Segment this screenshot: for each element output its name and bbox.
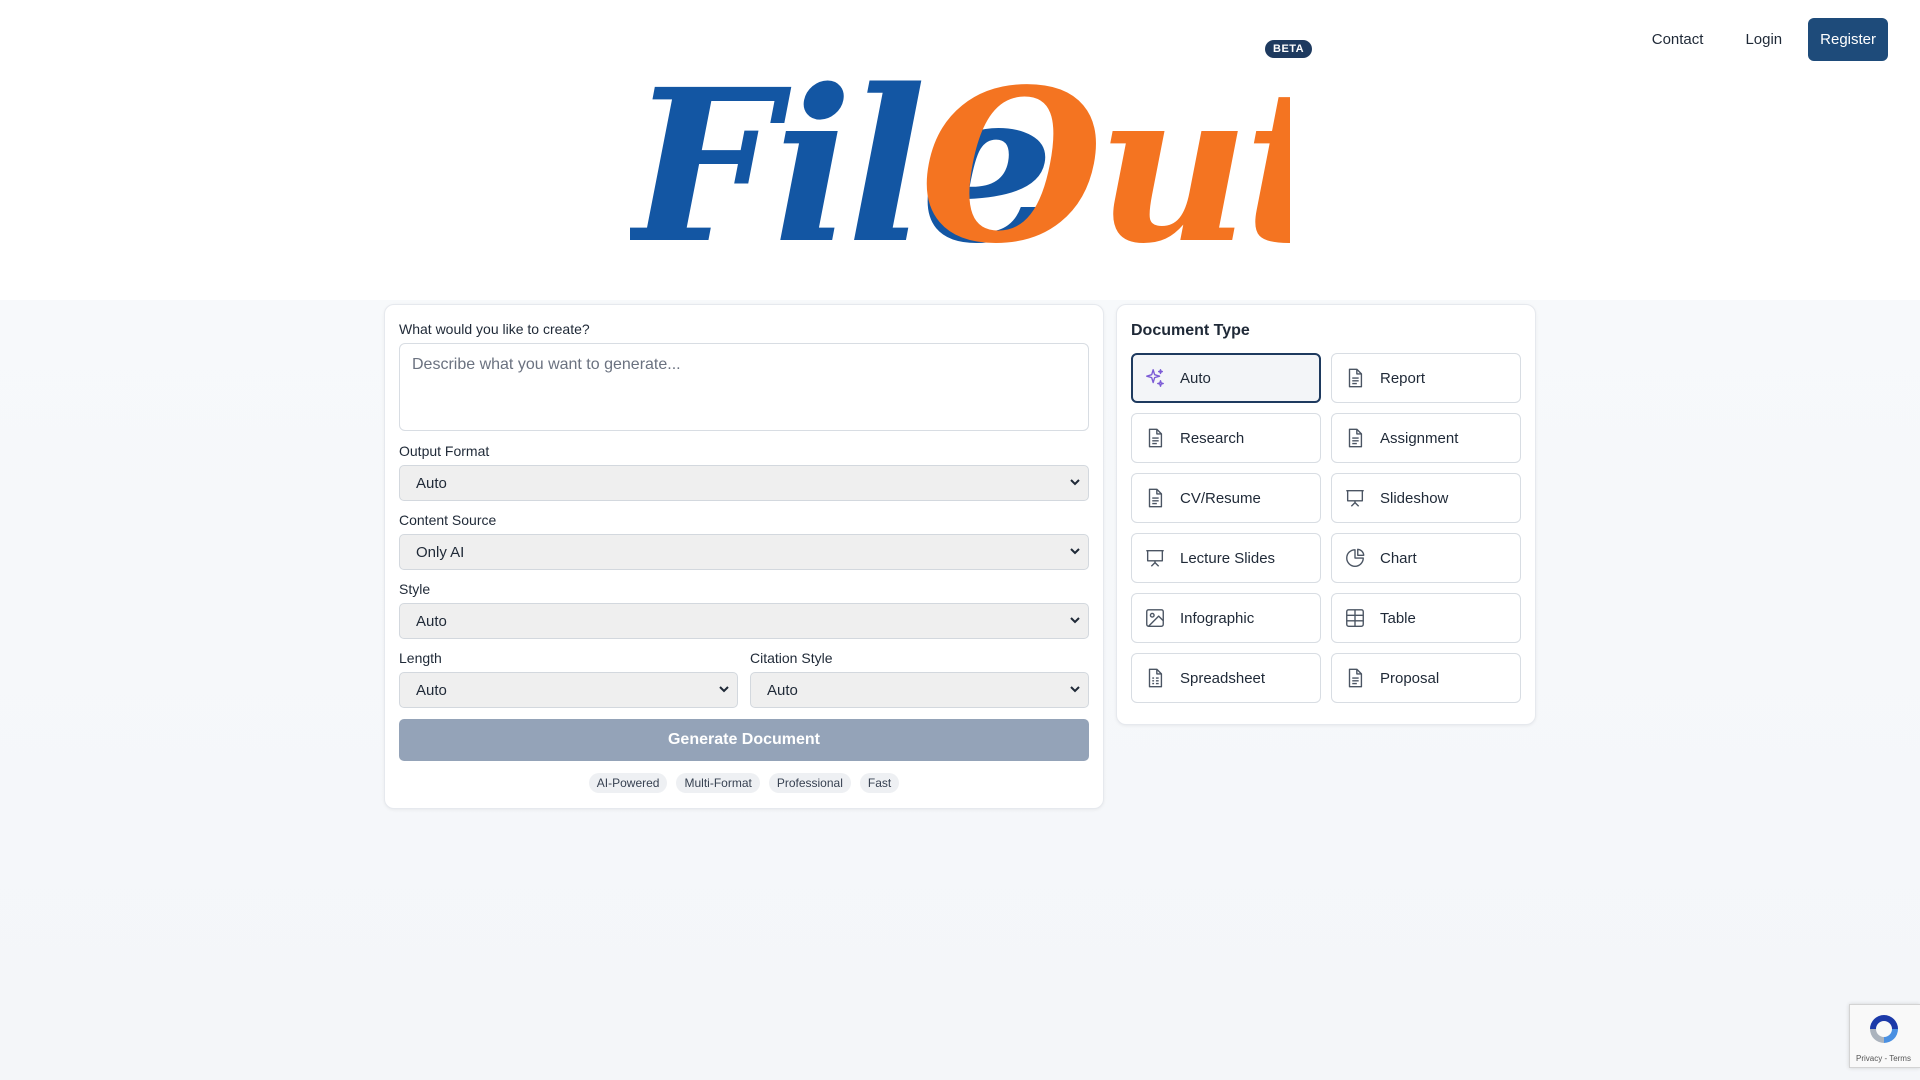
generator-form: What would you like to create? Describe …: [384, 304, 1104, 809]
document-type-grid: Auto Report Research Assignment CV/Resum: [1131, 353, 1521, 703]
doc-type-label: Research: [1180, 429, 1245, 447]
doc-type-label: Slideshow: [1380, 489, 1449, 507]
length-label: Length: [399, 650, 442, 666]
style-select[interactable]: Auto: [399, 603, 1089, 639]
doc-type-table[interactable]: Table: [1331, 593, 1521, 643]
doc-type-infographic[interactable]: Infographic: [1131, 593, 1321, 643]
document-icon: [1348, 368, 1363, 388]
logo[interactable]: File Out BETA: [0, 0, 1920, 290]
chevron-down-icon: [1070, 548, 1080, 555]
doc-type-label: Chart: [1380, 549, 1417, 567]
doc-type-slideshow[interactable]: Slideshow: [1331, 473, 1521, 523]
doc-type-label: Infographic: [1180, 609, 1255, 627]
prompt-label: What would you like to create?: [399, 321, 590, 337]
doc-type-label: Assignment: [1380, 429, 1459, 447]
content-source-label: Content Source: [399, 512, 497, 528]
prompt-textarea[interactable]: Describe what you want to generate...: [399, 343, 1089, 431]
doc-type-label: Proposal: [1380, 669, 1440, 687]
document-type-panel: Document Type Auto Report Research Assig…: [1116, 304, 1536, 725]
chevron-down-icon: [1070, 479, 1080, 486]
generate-document-button[interactable]: Generate Document: [399, 719, 1089, 761]
image-icon: [1146, 609, 1164, 627]
citation-style-value: Auto: [767, 682, 798, 699]
recaptcha-badge[interactable]: Privacy - Terms: [1849, 1004, 1920, 1068]
presentation-icon: [1346, 489, 1364, 507]
document-icon: [1148, 488, 1163, 508]
sparkles-icon: [1146, 369, 1164, 387]
style-value: Auto: [416, 613, 447, 630]
doc-type-label: Auto: [1180, 369, 1211, 387]
presentation-icon: [1146, 549, 1164, 567]
output-format-label: Output Format: [399, 443, 490, 459]
doc-type-cv-resume[interactable]: CV/Resume: [1131, 473, 1321, 523]
doc-type-assignment[interactable]: Assignment: [1331, 413, 1521, 463]
doc-type-proposal[interactable]: Proposal: [1331, 653, 1521, 703]
doc-type-label: Table: [1380, 609, 1416, 627]
spreadsheet-icon: [1148, 668, 1163, 688]
recaptcha-links[interactable]: Privacy - Terms: [1856, 1054, 1911, 1063]
doc-type-lecture-slides[interactable]: Lecture Slides: [1131, 533, 1321, 583]
recaptcha-icon: [1870, 1015, 1898, 1043]
feature-chips: AI-Powered Multi-Format Professional Fas…: [385, 773, 1103, 793]
document-icon: [1348, 668, 1363, 688]
table-icon: [1346, 609, 1364, 627]
chevron-down-icon: [1070, 686, 1080, 693]
style-label: Style: [399, 581, 431, 597]
doc-type-research[interactable]: Research: [1131, 413, 1321, 463]
beta-badge: BETA: [1265, 40, 1313, 58]
doc-type-label: Report: [1380, 369, 1426, 387]
logo-text-out: Out: [920, 43, 1290, 280]
feature-chip: Professional: [768, 773, 851, 793]
doc-type-spreadsheet[interactable]: Spreadsheet: [1131, 653, 1321, 703]
document-icon: [1148, 428, 1163, 448]
document-type-title: Document Type: [1131, 322, 1250, 339]
content-source-select[interactable]: Only AI: [399, 534, 1089, 570]
doc-type-label: Spreadsheet: [1180, 669, 1266, 687]
document-icon: [1348, 428, 1363, 448]
doc-type-report[interactable]: Report: [1331, 353, 1521, 403]
chevron-down-icon: [1070, 617, 1080, 624]
doc-type-label: CV/Resume: [1180, 489, 1261, 507]
pie-chart-icon: [1346, 548, 1365, 567]
citation-style-label: Citation Style: [750, 650, 833, 666]
output-format-value: Auto: [416, 475, 447, 492]
doc-type-label: Lecture Slides: [1180, 549, 1276, 567]
length-select[interactable]: Auto: [399, 672, 738, 708]
feature-chip: Multi-Format: [676, 773, 760, 793]
output-format-select[interactable]: Auto: [399, 465, 1089, 501]
chevron-down-icon: [719, 686, 729, 693]
doc-type-auto[interactable]: Auto: [1131, 353, 1321, 403]
doc-type-chart[interactable]: Chart: [1331, 533, 1521, 583]
content-source-value: Only AI: [416, 544, 465, 561]
feature-chip: AI-Powered: [588, 773, 668, 793]
feature-chip: Fast: [859, 773, 900, 793]
fileout-logo: File Out: [630, 43, 1290, 280]
citation-style-select[interactable]: Auto: [750, 672, 1089, 708]
length-value: Auto: [416, 682, 447, 699]
